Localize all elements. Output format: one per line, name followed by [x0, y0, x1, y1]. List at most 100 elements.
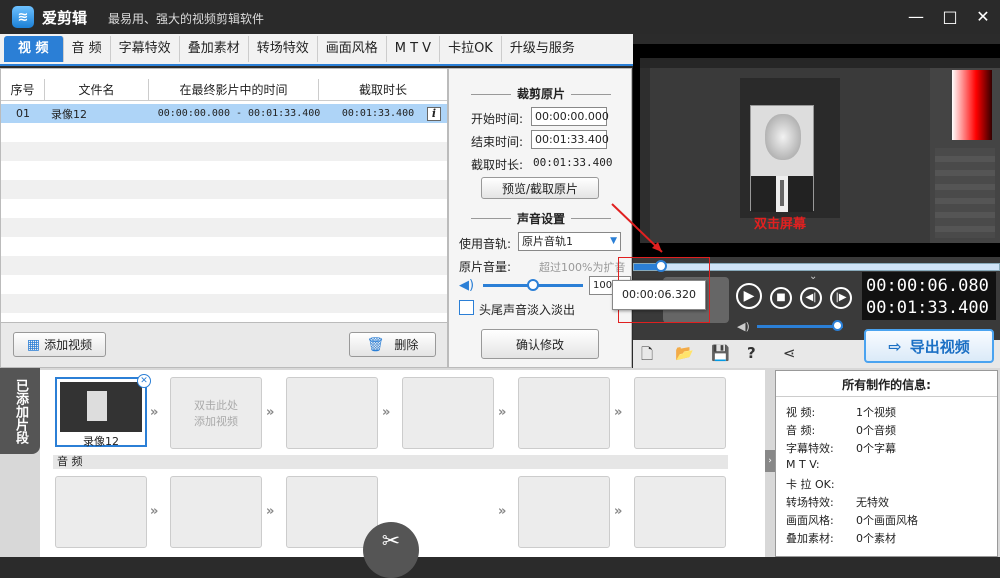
player-volume-handle[interactable]: [832, 320, 843, 331]
film-add-icon: ▦: [26, 336, 41, 353]
time-tooltip: 00:00:06.320: [612, 280, 706, 310]
save-icon[interactable]: 💾: [711, 344, 730, 362]
double-click-hint: 双击屏幕: [754, 217, 807, 232]
time-display: 00:00:06.080 00:01:33.400: [862, 272, 996, 320]
tab-style[interactable]: 画面风格: [318, 36, 387, 62]
tab-video[interactable]: 视 频: [4, 36, 64, 62]
tab-overlay[interactable]: 叠加素材: [180, 36, 249, 62]
transition-arrow-icon[interactable]: »: [150, 405, 158, 420]
collapse-panel-icon[interactable]: ›: [765, 450, 775, 472]
end-time-input[interactable]: 00:01:33.400: [531, 130, 609, 149]
transition-arrow-icon: »: [266, 504, 275, 519]
annotation-arrow: [611, 203, 663, 253]
tab-upgrade[interactable]: 升级与服务: [502, 36, 583, 62]
info-title: 所有制作的信息:: [776, 373, 997, 397]
audio-track-header: 音 频: [53, 455, 728, 469]
info-row: M T V:: [786, 458, 820, 471]
main-tabs: 视 频 音 频 字幕特效 叠加素材 转场特效 画面风格 M T V 卡拉OK 升…: [0, 34, 633, 66]
audio-slot[interactable]: [518, 476, 610, 548]
audio-slot[interactable]: [634, 476, 726, 548]
end-time-label: 结束时间:: [471, 135, 524, 149]
tab-transitions[interactable]: 转场特效: [249, 36, 318, 62]
preview-frame: [640, 58, 1000, 243]
export-video-button[interactable]: ⇨ 导出视频: [864, 329, 994, 363]
app-title: 爱剪辑: [42, 9, 88, 27]
volume-label: 原片音量:: [459, 260, 512, 274]
transition-arrow-icon[interactable]: »: [382, 405, 390, 420]
play-icon[interactable]: ▶: [736, 283, 762, 309]
trash-icon: 🗑: [366, 336, 385, 353]
close-button[interactable]: ✕: [970, 5, 996, 29]
maximize-button[interactable]: □: [937, 5, 963, 29]
speaker-icon: ◀): [459, 278, 475, 293]
tab-subtitles[interactable]: 字幕特效: [111, 36, 180, 62]
fade-label: 头尾声音淡入淡出: [479, 303, 576, 317]
app-slogan: 最易用、强大的视频剪辑软件: [108, 12, 265, 26]
transition-arrow-icon[interactable]: »: [614, 405, 622, 420]
info-row: 转场特效: 无特效: [786, 496, 889, 509]
transition-arrow-icon[interactable]: »: [266, 405, 274, 420]
info-row: 卡 拉 OK:: [786, 478, 835, 491]
minimize-button[interactable]: —: [903, 5, 929, 29]
player-volume-track[interactable]: [757, 325, 843, 328]
col-filename: 文件名: [45, 79, 149, 100]
preview-crop-button[interactable]: 预览/截取原片: [481, 177, 599, 199]
prev-frame-icon[interactable]: ◀|: [800, 287, 822, 309]
empty-slot[interactable]: [286, 377, 378, 449]
next-frame-icon[interactable]: |▶: [830, 287, 852, 309]
tab-mtv[interactable]: M T V: [387, 36, 441, 62]
speaker-icon: ◀): [737, 320, 750, 333]
tab-karaoke[interactable]: 卡拉OK: [440, 36, 502, 62]
chevron-down-icon[interactable]: ⌄: [809, 271, 817, 282]
help-icon[interactable]: ?: [747, 344, 756, 362]
info-row: 音 频: 0个音频: [786, 424, 896, 437]
row-duration: 00:01:33.400: [341, 108, 415, 119]
start-time-input[interactable]: 00:00:00.000: [531, 107, 609, 126]
row-time: 00:00:00.000 - 00:01:33.400: [157, 108, 321, 119]
total-time: 00:01:33.400: [866, 298, 989, 318]
volume-slider-handle[interactable]: [527, 279, 539, 291]
info-row: 字幕特效: 0个字幕: [786, 442, 896, 455]
volume-hint: 超过100%为扩音: [539, 261, 626, 274]
empty-slot[interactable]: [402, 377, 494, 449]
scissors-icon[interactable]: ✂: [363, 522, 419, 578]
fade-checkbox[interactable]: [459, 300, 474, 315]
info-row: 叠加素材: 0个素材: [786, 532, 896, 545]
empty-slot[interactable]: [634, 377, 726, 449]
open-folder-icon[interactable]: 📂: [675, 344, 694, 362]
audio-track-select[interactable]: 原片音轨1 ▼: [518, 232, 621, 251]
crop-panel: 裁剪原片 开始时间: 00:00:00.000 结束时间: 00:01:33.4…: [448, 68, 632, 368]
confirm-button[interactable]: 确认修改: [481, 329, 599, 359]
stop-icon[interactable]: ■: [770, 287, 792, 309]
duration-label: 截取时长:: [471, 158, 524, 172]
added-clips-label: 已添加片段: [0, 368, 40, 454]
info-panel: 所有制作的信息: 视 频: 1个视频 音 频: 0个音频 字幕特效: 0个字幕 M T…: [775, 370, 998, 557]
clip-thumbnail[interactable]: 录像12 ✕: [55, 374, 151, 448]
person-photo: [750, 105, 814, 212]
row-index: 01: [16, 107, 30, 120]
audio-slot[interactable]: [170, 476, 262, 548]
transition-arrow-icon[interactable]: »: [498, 405, 506, 420]
add-video-button[interactable]: ▦ 添加视频: [13, 332, 106, 357]
audio-slot[interactable]: [286, 476, 378, 548]
app-logo-icon: ≋: [12, 6, 34, 28]
table-header: 序号 文件名 在最终影片中的时间 截取时长: [1, 79, 447, 101]
transition-arrow-icon: »: [150, 504, 159, 519]
audio-slot[interactable]: [55, 476, 147, 548]
duration-value: 00:01:33.400: [533, 156, 613, 169]
current-time: 00:00:06.080: [866, 276, 989, 296]
new-project-icon[interactable]: 🗋: [641, 344, 653, 369]
start-time-label: 开始时间:: [471, 112, 524, 126]
share-icon[interactable]: ⋖: [783, 344, 796, 362]
remove-clip-icon[interactable]: ✕: [137, 374, 151, 388]
tab-audio[interactable]: 音 频: [64, 36, 111, 62]
add-video-slot[interactable]: 双击此处 添加视频: [170, 377, 262, 449]
empty-slot[interactable]: [518, 377, 610, 449]
col-duration: 截取时长: [358, 83, 407, 97]
info-icon[interactable]: i: [427, 106, 441, 121]
clip-actions-bar: ▦ 添加视频 🗑 删除: [0, 322, 448, 368]
export-icon: ⇨: [888, 336, 902, 356]
delete-button[interactable]: 🗑 删除: [349, 332, 436, 357]
table-row[interactable]: 01 录像12 00:00:00.000 - 00:01:33.400 00:0…: [1, 104, 447, 123]
col-index: 序号: [1, 79, 45, 100]
